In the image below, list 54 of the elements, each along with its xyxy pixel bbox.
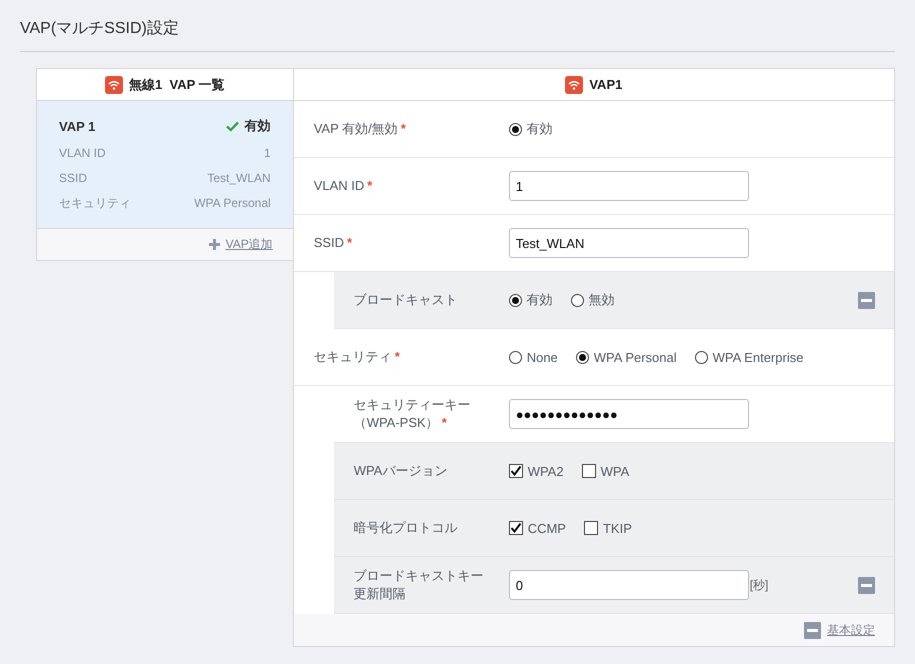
page-title: VAP(マルチSSID)設定 bbox=[20, 14, 895, 52]
wifi-icon bbox=[105, 76, 124, 94]
checkbox-option[interactable]: WPA bbox=[582, 464, 630, 478]
field-label: WPAバージョン bbox=[354, 462, 448, 480]
input-field[interactable]: 0 bbox=[508, 570, 749, 600]
radio-option[interactable]: 無効 bbox=[570, 291, 615, 309]
checkbox[interactable] bbox=[508, 521, 523, 535]
checkbox[interactable] bbox=[582, 464, 596, 478]
radio-button[interactable] bbox=[508, 350, 522, 364]
wifi-icon bbox=[565, 76, 584, 94]
unit-label: [秒] bbox=[750, 576, 768, 594]
input-field[interactable]: 1 bbox=[508, 171, 749, 201]
checkbox[interactable] bbox=[508, 464, 523, 478]
radio-option[interactable]: None bbox=[508, 350, 558, 364]
radio-option[interactable]: 有効 bbox=[508, 120, 553, 138]
vap-list-item[interactable]: VAP 1 有効 VLAN ID 1 SSID Test_WLAN セキュリティ WPA Personal bbox=[37, 101, 293, 228]
field-label: SSID * bbox=[314, 234, 354, 252]
field-label: VLAN ID bbox=[59, 145, 106, 162]
checkbox-option[interactable]: CCMP bbox=[508, 520, 566, 536]
collapse-icon[interactable] bbox=[858, 292, 875, 308]
vap-name: VAP 1 bbox=[59, 118, 96, 134]
radio-button[interactable] bbox=[576, 350, 589, 364]
field-label: ブロードキャストキー 更新間隔 bbox=[354, 567, 485, 603]
panel-title: 無線1 VAP 一覧 bbox=[129, 76, 225, 94]
collapse-icon[interactable] bbox=[804, 622, 821, 638]
add-vap-link[interactable]: VAP追加 bbox=[226, 236, 273, 253]
checkbox-option[interactable]: WPA2 bbox=[508, 464, 564, 478]
basic-settings-link[interactable]: 基本設定 bbox=[827, 622, 875, 638]
field-label: 暗号化プロトコル bbox=[354, 519, 459, 537]
radio-button[interactable] bbox=[508, 122, 522, 136]
radio-option[interactable]: WPA Enterprise bbox=[694, 350, 804, 364]
radio-option[interactable]: WPA Personal bbox=[576, 350, 677, 364]
radio-button[interactable] bbox=[508, 294, 522, 306]
radio-button[interactable] bbox=[570, 294, 584, 306]
radio-option[interactable]: 有効 bbox=[508, 291, 553, 309]
field-value: Test_WLAN bbox=[207, 170, 271, 187]
checkbox[interactable] bbox=[584, 521, 598, 535]
field-label: ブロードキャスト bbox=[354, 291, 459, 309]
field-label: VLAN ID * bbox=[314, 177, 374, 195]
input-field[interactable]: Test_WLAN bbox=[508, 228, 749, 258]
collapse-icon[interactable] bbox=[858, 576, 875, 594]
plus-icon bbox=[208, 239, 220, 250]
field-label: VAP 有効/無効 * bbox=[314, 120, 407, 138]
field-label: セキュリティーキー （WPA-PSK） * bbox=[354, 396, 472, 432]
checkbox-option[interactable]: TKIP bbox=[584, 520, 632, 536]
field-label: セキュリティ * bbox=[314, 348, 401, 366]
status-text: 有効 bbox=[244, 117, 271, 135]
field-label: セキュリティ bbox=[59, 195, 131, 212]
field-value: WPA Personal bbox=[194, 195, 271, 212]
input-field[interactable]: ●●●●●●●●●●●●● bbox=[508, 399, 749, 429]
radio-button[interactable] bbox=[694, 350, 708, 364]
panel-title: VAP1 bbox=[589, 77, 622, 92]
field-value: 1 bbox=[264, 145, 271, 162]
field-label: SSID bbox=[59, 170, 88, 187]
